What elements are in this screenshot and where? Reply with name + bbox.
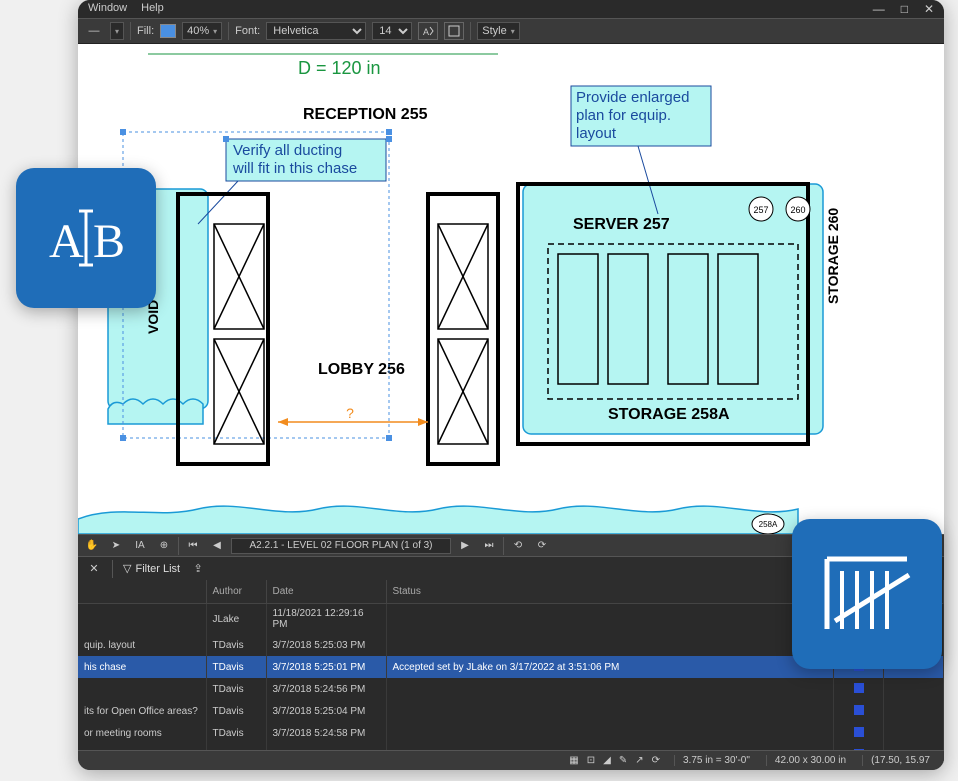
autofit-icon[interactable]: A: [418, 22, 438, 40]
tag-258a: 258A: [759, 520, 778, 529]
table-row[interactable]: its for Open Office areas?TDavis3/7/2018…: [78, 700, 944, 722]
text-cursor-icon[interactable]: IA: [130, 538, 150, 554]
next-page-icon[interactable]: ▶: [455, 538, 475, 554]
mode2-icon[interactable]: ✎: [619, 755, 627, 766]
table-row[interactable]: or meeting roomsTDavis3/7/2018 5:24:58 P…: [78, 722, 944, 744]
status-scale[interactable]: 3.75 in = 30'-0": [674, 755, 758, 766]
menubar: Window Help — □ ✕: [78, 0, 944, 18]
grid-toggle-icon[interactable]: ▦: [569, 755, 578, 766]
back-icon[interactable]: ⟲: [508, 538, 528, 554]
room-label-reception: RECEPTION 255: [303, 106, 428, 123]
svg-text:B: B: [93, 215, 125, 268]
text-tool-tile: A B: [16, 168, 156, 308]
status-coords: (17.50, 15.97: [862, 755, 938, 766]
room-label-lobby: LOBBY 256: [318, 361, 405, 378]
last-page-icon[interactable]: ⏭: [479, 538, 499, 554]
first-page-icon[interactable]: ⏮: [183, 538, 203, 554]
window-controls: — □ ✕: [873, 2, 934, 16]
box-icon[interactable]: [444, 22, 464, 40]
mode3-icon[interactable]: ↗: [635, 755, 643, 766]
font-family-select[interactable]: Helvetica: [266, 22, 366, 40]
zoom-icon[interactable]: ⊕: [154, 538, 174, 554]
fill-color-swatch[interactable]: [160, 24, 176, 38]
font-label: Font:: [235, 25, 260, 37]
svg-text:A: A: [423, 27, 429, 37]
pointer-icon[interactable]: ➤: [106, 538, 126, 554]
style-dropdown[interactable]: Style▾: [477, 22, 519, 40]
dimension-d: D = 120 in: [298, 58, 381, 78]
maximize-icon[interactable]: □: [901, 2, 908, 16]
status-size: 42.00 x 30.00 in: [766, 755, 854, 766]
sync-icon[interactable]: ⟳: [652, 755, 660, 766]
tag-257: 257: [753, 205, 768, 215]
menu-window[interactable]: Window: [88, 2, 127, 16]
menu-help[interactable]: Help: [141, 2, 164, 16]
status-bar: ▦ ⊡ ◢ ✎ ↗ ⟳ 3.75 in = 30'-0" 42.00 x 30.…: [78, 750, 944, 770]
room-label-storage-260: STORAGE 260: [825, 208, 841, 304]
callout-2-line1: Provide enlarged: [576, 89, 689, 106]
funnel-icon: ▽: [123, 562, 131, 575]
table-row[interactable]: TDavis3/7/2018 5:24:56 PM: [78, 678, 944, 700]
page-selector[interactable]: A2.2.1 - LEVEL 02 FLOOR PLAN (1 of 3): [231, 538, 451, 554]
callout-1-line1: Verify all ducting: [233, 142, 342, 159]
measurement-tile: [792, 519, 942, 669]
close-icon[interactable]: ✕: [924, 2, 934, 16]
line-style-dropdown[interactable]: ▾: [110, 22, 124, 40]
filter-list-button[interactable]: ▽ Filter List: [123, 562, 180, 575]
forward-icon[interactable]: ⟳: [532, 538, 552, 554]
drawing-canvas[interactable]: D = 120 in RECEPTION 255 LOBBY 256 SERVE…: [78, 44, 944, 534]
callout-2-line3: layout: [576, 125, 617, 142]
col-status[interactable]: Status⇅ ↓: [386, 580, 834, 604]
dash-icon[interactable]: —: [84, 22, 104, 40]
format-toolbar: — ▾ Fill: 40%▾ Font: Helvetica 14 A Styl…: [78, 18, 944, 44]
svg-text:A: A: [49, 215, 84, 268]
col-author[interactable]: Author: [206, 580, 266, 604]
export-icon[interactable]: ⇪: [190, 561, 206, 577]
col-date[interactable]: Date: [266, 580, 386, 604]
status-tools: ▦ ⊡ ◢ ✎ ↗ ⟳: [563, 755, 666, 766]
distance-question: ?: [346, 405, 354, 421]
font-size-select[interactable]: 14: [372, 22, 412, 40]
close-panel-icon[interactable]: ✕: [86, 561, 102, 577]
tag-260: 260: [790, 205, 805, 215]
room-label-server: SERVER 257: [573, 216, 670, 233]
callout-2-line2: plan for equip.: [576, 107, 671, 124]
minimize-icon[interactable]: —: [873, 2, 885, 16]
callout-1-line2: will fit in this chase: [232, 160, 357, 177]
fill-opacity-dropdown[interactable]: 40%▾: [182, 22, 222, 40]
pan-icon[interactable]: ✋: [82, 538, 102, 554]
snap-icon[interactable]: ⊡: [587, 755, 595, 766]
prev-page-icon[interactable]: ◀: [207, 538, 227, 554]
mode1-icon[interactable]: ◢: [603, 755, 611, 766]
room-label-storage-258a: STORAGE 258A: [608, 406, 730, 423]
fill-label: Fill:: [137, 25, 154, 37]
